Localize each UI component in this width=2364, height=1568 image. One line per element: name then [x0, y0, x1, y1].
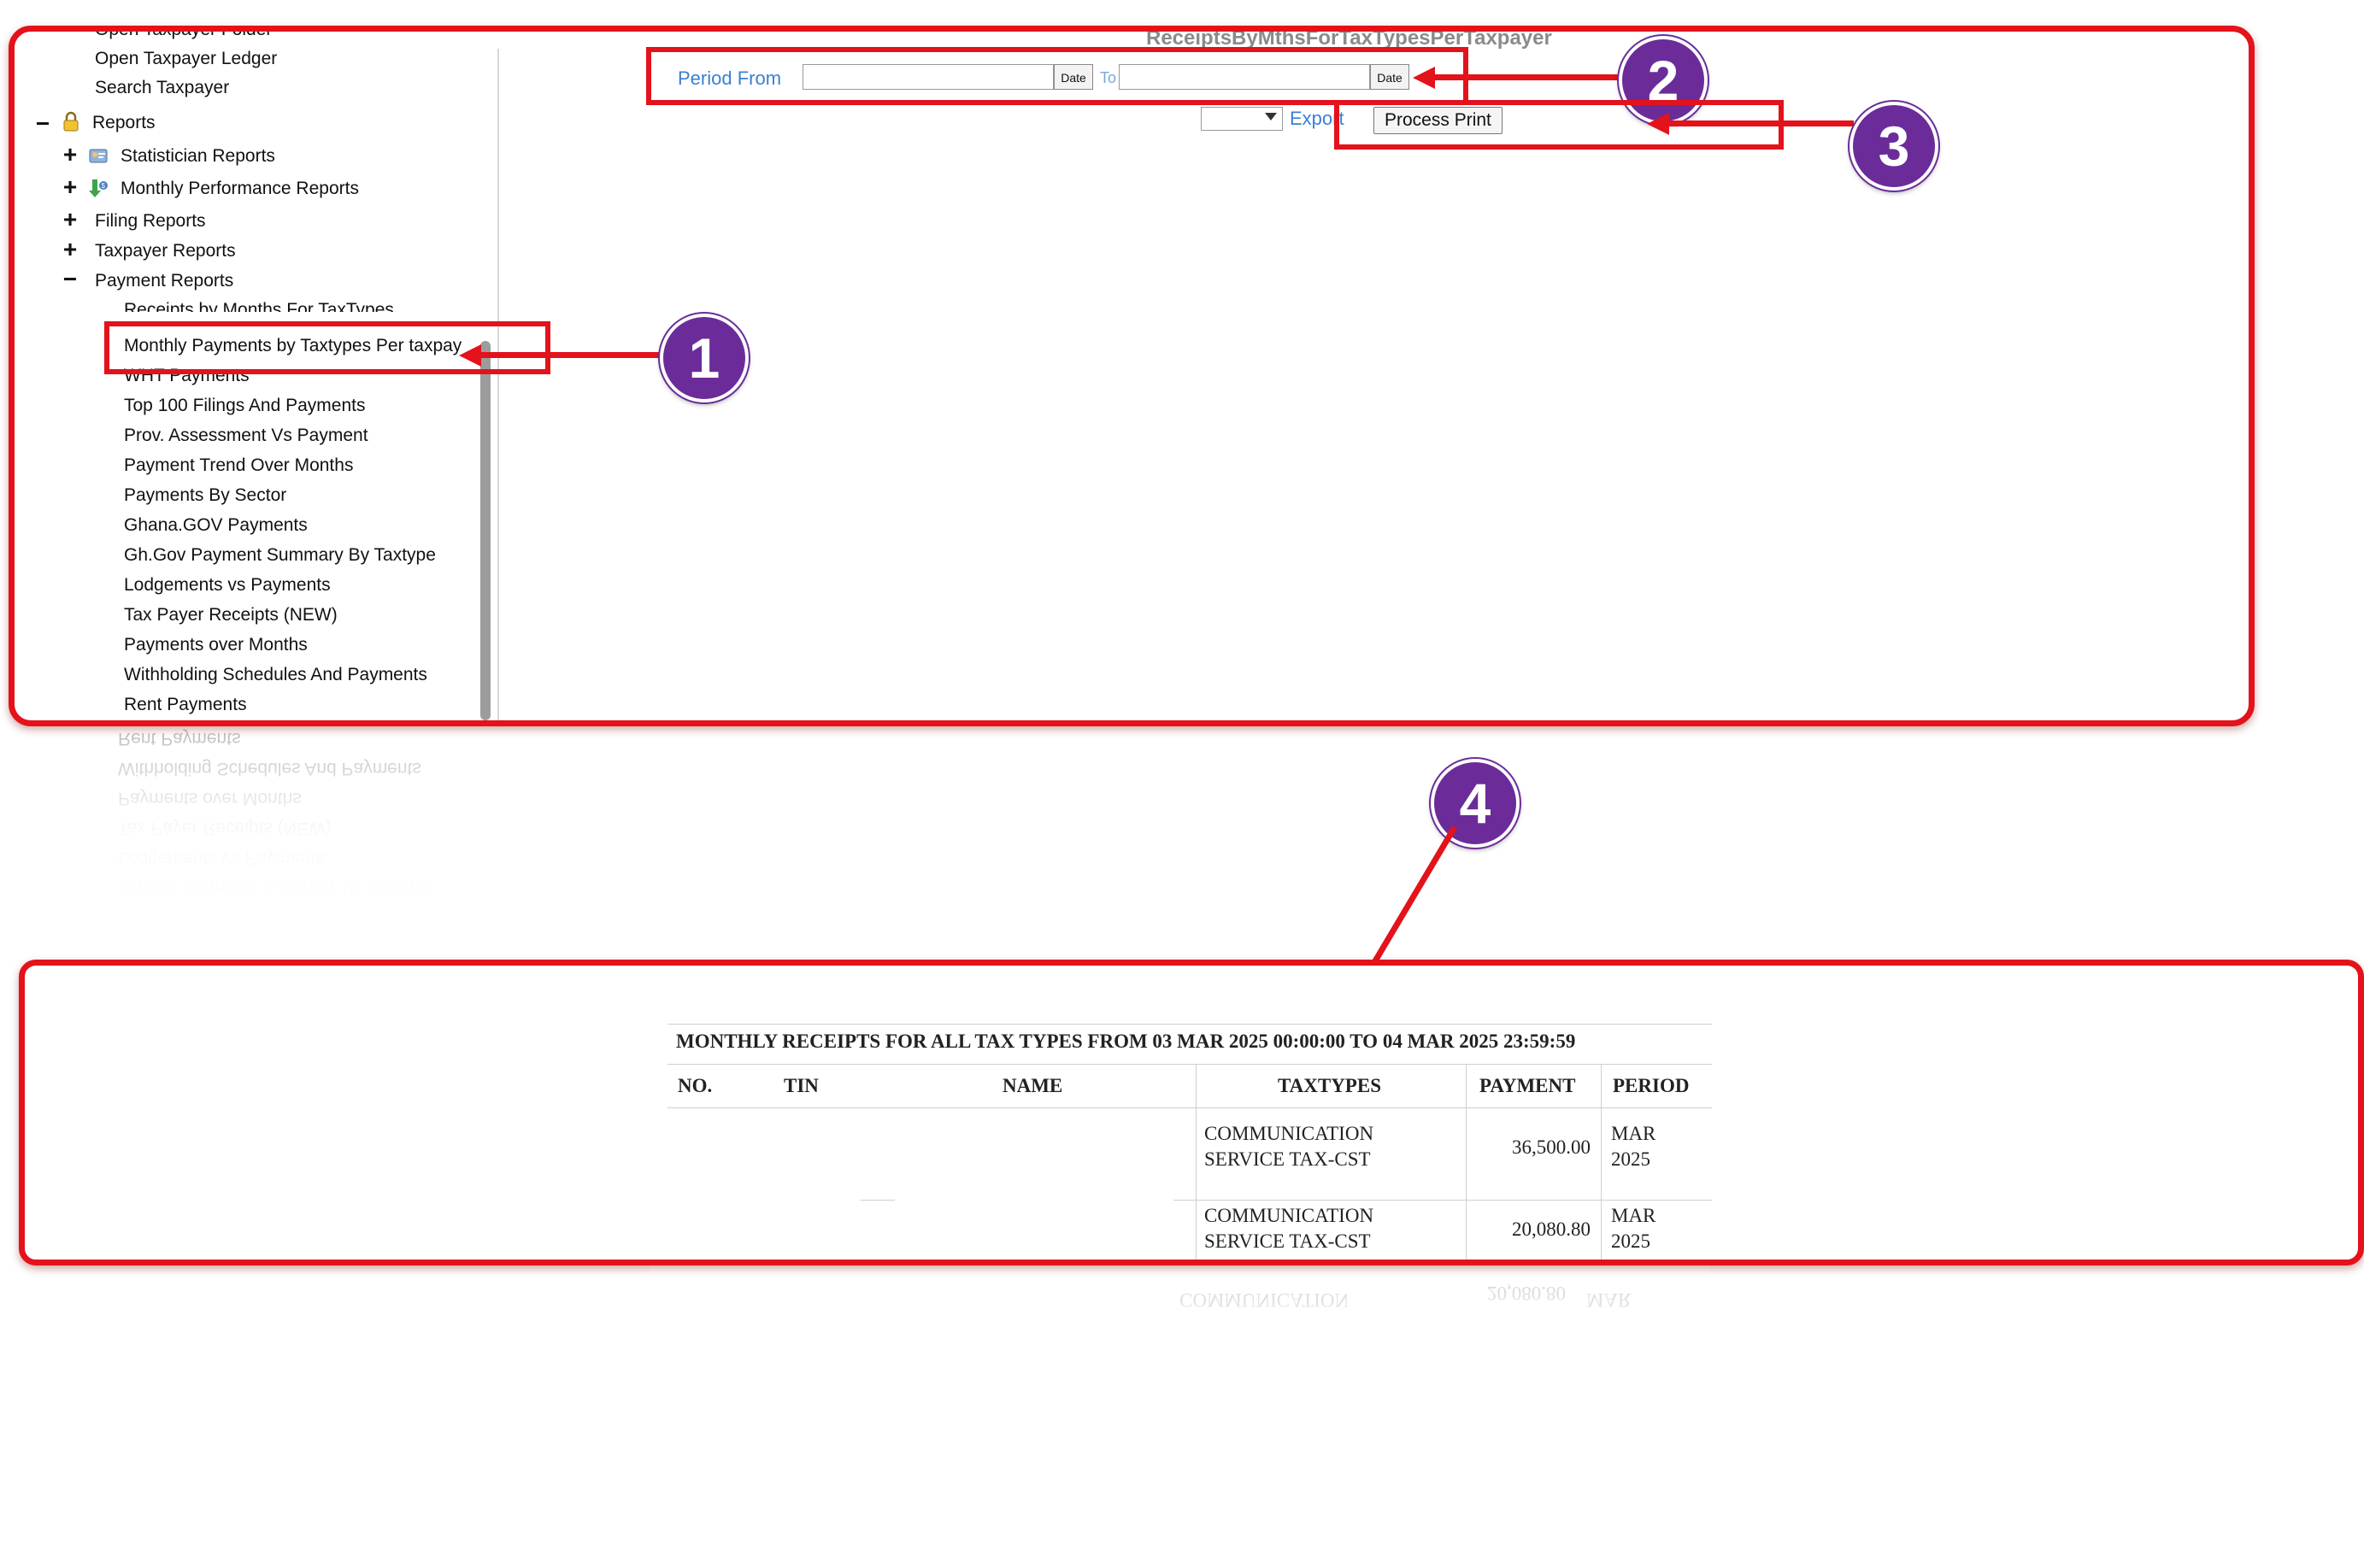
sidebar-reflection: Rent Payments Withholding Schedules And … — [9, 725, 2243, 913]
arrow-head-icon — [1413, 67, 1435, 89]
table-cell-taxtype: COMMUNICATION — [1204, 1123, 1374, 1144]
column-header-period: PERIOD — [1613, 1075, 1690, 1096]
highlight-box-1 — [104, 321, 550, 374]
sidebar-item-statistician-reports[interactable]: Statistician Reports — [121, 146, 275, 167]
table-border — [1196, 1065, 1197, 1260]
table-cell-payment: 20,080.80 — [1512, 1219, 1591, 1240]
sidebar-item-withholding-schedules[interactable]: Withholding Schedules And Payments — [124, 665, 427, 685]
callout-arrow-1 — [481, 352, 662, 358]
sidebar-scrollbar[interactable] — [480, 341, 491, 720]
table-cell-period: 2025 — [1611, 1148, 1650, 1170]
sidebar-item-lodgements-vs-payments[interactable]: Lodgements vs Payments — [124, 575, 331, 596]
table-border — [667, 1107, 1712, 1108]
arrow-head-icon — [459, 344, 481, 367]
table-cell-taxtype: COMMUNICATION — [1204, 1205, 1374, 1226]
arrow-head-icon — [1647, 113, 1669, 135]
sidebar-nav: Open Taxpayer Folder Open Taxpayer Ledge… — [15, 32, 502, 720]
sidebar-item-payments-by-sector[interactable]: Payments By Sector — [124, 485, 286, 506]
sidebar-item-tax-payer-receipts[interactable]: Tax Payer Receipts (NEW) — [124, 605, 338, 625]
column-header-no: NO. — [678, 1075, 713, 1096]
table-cell-period: 2025 — [1611, 1230, 1650, 1252]
svg-text:$: $ — [102, 182, 106, 190]
sidebar-item-open-taxpayer-folder[interactable]: Open Taxpayer Folder — [95, 32, 272, 40]
column-header-tin: TIN — [784, 1075, 819, 1096]
expand-icon[interactable]: + — [61, 143, 79, 167]
table-border — [1173, 1200, 1712, 1201]
chevron-down-icon — [1265, 113, 1277, 120]
sidebar-item-monthly-performance-reports[interactable]: Monthly Performance Reports — [121, 179, 359, 199]
column-header-payment: PAYMENT — [1479, 1075, 1576, 1096]
table-cell-taxtype: SERVICE TAX-CST — [1204, 1230, 1371, 1252]
report-reflection: COMMUNICATION 20,080.80 MAR — [650, 1263, 1709, 1357]
reflection-fade — [650, 1263, 1709, 1357]
sidebar-divider — [497, 49, 499, 720]
reflection-fade — [9, 725, 2243, 913]
sidebar-item-search-taxpayer[interactable]: Search Taxpayer — [95, 78, 229, 98]
lock-icon — [63, 111, 79, 132]
sidebar-item-payments-over-months[interactable]: Payments over Months — [124, 635, 308, 655]
sidebar-item-ghana-gov-payments[interactable]: Ghana.GOV Payments — [124, 515, 308, 536]
sidebar-item-prov-assessment[interactable]: Prov. Assessment Vs Payment — [124, 426, 368, 446]
column-header-name: NAME — [1003, 1075, 1063, 1096]
collapse-icon[interactable]: − — [61, 267, 79, 291]
sidebar-item-open-taxpayer-ledger[interactable]: Open Taxpayer Ledger — [95, 49, 277, 69]
table-border — [1466, 1065, 1467, 1260]
expand-icon[interactable]: + — [61, 208, 79, 232]
callout-badge-3: 3 — [1849, 102, 1938, 191]
callout-arrow-2 — [1435, 74, 1621, 80]
expand-icon[interactable]: + — [61, 238, 79, 261]
app-window-panel: Open Taxpayer Folder Open Taxpayer Ledge… — [9, 26, 2255, 726]
sidebar-item-rent-payments[interactable]: Rent Payments — [124, 695, 247, 715]
sidebar-item-receipts-by-months[interactable]: Receipts by Months For TaxTypes — [124, 300, 394, 312]
highlight-box-2 — [646, 47, 1468, 105]
sidebar-item-payment-reports[interactable]: Payment Reports — [95, 271, 233, 291]
table-cell-period: MAR — [1611, 1123, 1656, 1144]
sidebar-item-top-100-filings[interactable]: Top 100 Filings And Payments — [124, 396, 366, 416]
sidebar-item-reports[interactable]: Reports — [92, 113, 156, 133]
table-border — [667, 1064, 1712, 1065]
collapse-icon[interactable]: − — [33, 112, 52, 136]
table-cell-period: MAR — [1611, 1205, 1656, 1226]
expand-icon[interactable]: + — [61, 175, 79, 199]
sidebar-item-payment-trend[interactable]: Payment Trend Over Months — [124, 455, 353, 476]
redacted-area — [891, 1201, 1173, 1260]
sidebar-item-filing-reports[interactable]: Filing Reports — [95, 211, 206, 232]
sidebar-item-taxpayer-reports[interactable]: Taxpayer Reports — [95, 241, 236, 261]
callout-arrow-3 — [1669, 120, 1854, 126]
table-cell-taxtype: SERVICE TAX-CST — [1204, 1148, 1371, 1170]
sidebar-item-ghgov-summary[interactable]: Gh.Gov Payment Summary By Taxtype — [124, 545, 436, 566]
callout-badge-1: 1 — [660, 314, 749, 402]
statistician-icon — [89, 149, 108, 163]
performance-icon: $ — [89, 179, 108, 197]
report-table: MONTHLY RECEIPTS FOR ALL TAX TYPES FROM … — [25, 966, 2358, 1260]
report-title: MONTHLY RECEIPTS FOR ALL TAX TYPES FROM … — [676, 1031, 1576, 1052]
report-output-panel: MONTHLY RECEIPTS FOR ALL TAX TYPES FROM … — [19, 960, 2364, 1266]
export-format-select[interactable] — [1201, 107, 1283, 131]
table-border — [1601, 1065, 1602, 1260]
column-header-taxtypes: TAXTYPES — [1278, 1075, 1381, 1096]
table-border — [861, 1200, 895, 1201]
table-cell-payment: 36,500.00 — [1512, 1136, 1591, 1158]
table-border — [667, 1024, 1712, 1025]
